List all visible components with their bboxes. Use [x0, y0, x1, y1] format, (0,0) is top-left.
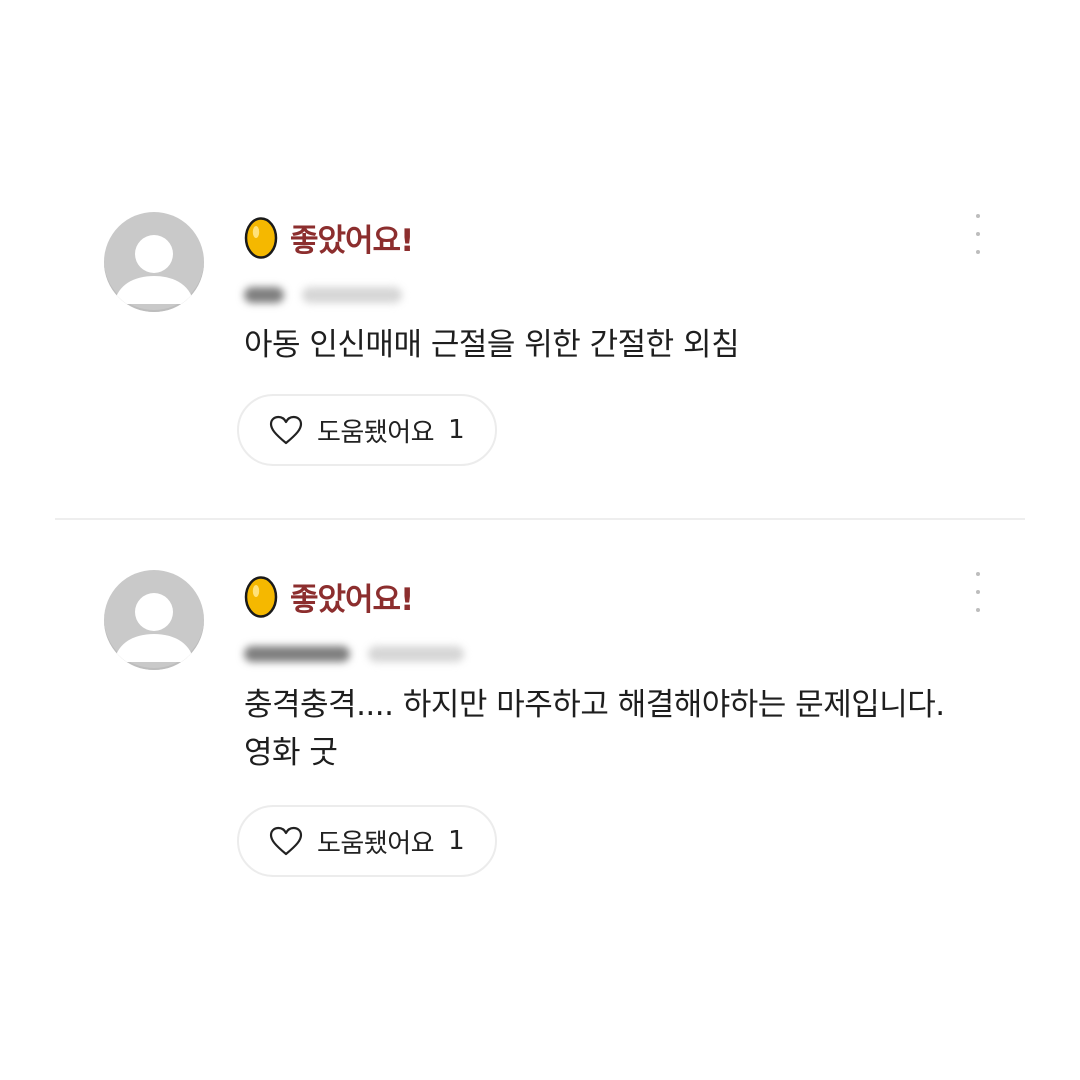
helpful-label: 도움됐어요 [317, 417, 435, 448]
rating-label: 좋았어요! [290, 581, 414, 618]
golden-egg-icon [244, 576, 278, 618]
rating-label: 좋았어요! [290, 222, 414, 259]
blurred-username [244, 287, 284, 303]
helpful-button[interactable]: 도움됐어요 1 [237, 394, 497, 466]
review-comment: 아동 인신매매 근절을 위한 간절한 외침 [244, 321, 1004, 369]
heart-outline-icon [269, 826, 303, 856]
helpful-count: 1 [448, 826, 465, 856]
blurred-date [368, 646, 464, 662]
avatar[interactable] [104, 212, 204, 312]
golden-egg-icon [244, 217, 278, 259]
more-vertical-icon [976, 572, 980, 576]
more-options-button[interactable] [966, 214, 990, 254]
reviewer-meta [244, 282, 402, 308]
default-user-avatar [114, 235, 194, 304]
reviewer-meta [244, 641, 464, 667]
helpful-button[interactable]: 도움됐어요 1 [237, 805, 497, 877]
rating-badge: 좋았어요! [244, 212, 414, 262]
review-comment: 충격충격.... 하지만 마주하고 해결해야하는 문제입니다. 영화 굿 [244, 681, 1024, 777]
blurred-date [302, 287, 402, 303]
heart-outline-icon [269, 415, 303, 445]
comment-line: 충격충격.... 하지만 마주하고 해결해야하는 문제입니다. [244, 687, 945, 723]
more-vertical-icon [976, 214, 980, 218]
helpful-label: 도움됐어요 [317, 828, 435, 859]
divider [55, 518, 1025, 520]
blurred-username [244, 646, 350, 662]
helpful-count: 1 [448, 415, 465, 445]
comment-line: 영화 굿 [244, 735, 338, 771]
comment-line: 아동 인신매매 근절을 위한 간절한 외침 [244, 327, 740, 363]
rating-badge: 좋았어요! [244, 571, 414, 621]
default-user-avatar [114, 593, 194, 662]
avatar[interactable] [104, 570, 204, 670]
more-options-button[interactable] [966, 572, 990, 612]
